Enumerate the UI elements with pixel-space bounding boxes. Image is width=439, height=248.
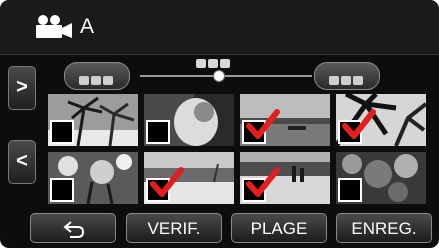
thumbnail-1[interactable] <box>48 94 138 146</box>
thumbnail-4[interactable] <box>336 94 426 146</box>
checkmark-icon <box>150 167 184 197</box>
thumbnail-7[interactable] <box>240 152 330 204</box>
timeline-slider-track[interactable] <box>140 75 312 77</box>
range-start-marker[interactable] <box>64 62 130 90</box>
select-checkbox[interactable] <box>50 120 74 144</box>
select-checkbox[interactable] <box>50 178 74 202</box>
save-button[interactable]: ENREG. <box>336 213 432 243</box>
verify-button[interactable]: VERIF. <box>126 213 222 243</box>
slider-position-indicator <box>196 55 232 73</box>
range-button[interactable]: PLAGE <box>231 213 327 243</box>
page-title: A <box>80 15 95 38</box>
next-page-button[interactable]: > <box>8 66 36 110</box>
thumbnail-8[interactable] <box>336 152 426 204</box>
checkmark-icon <box>246 167 280 197</box>
back-button[interactable] <box>30 213 116 243</box>
select-checkbox[interactable] <box>338 178 362 202</box>
header-bar: A <box>0 0 439 55</box>
thumbnail-2[interactable] <box>144 94 234 146</box>
thumbnail-6[interactable] <box>144 152 234 204</box>
movie-camera-icon <box>36 15 72 38</box>
checkmark-icon <box>246 109 280 139</box>
range-end-marker[interactable] <box>314 62 380 90</box>
checkmark-icon <box>342 109 376 139</box>
thumbnail-selection-screen: A > < VERIF. PLAGE ENREG. <box>0 0 439 248</box>
previous-page-button[interactable]: < <box>8 140 36 184</box>
return-arrow-icon <box>63 221 85 238</box>
thumbnail-3[interactable] <box>240 94 330 146</box>
timeline-slider-knob[interactable] <box>213 70 225 82</box>
select-checkbox[interactable] <box>146 120 170 144</box>
thumbnail-5[interactable] <box>48 152 138 204</box>
